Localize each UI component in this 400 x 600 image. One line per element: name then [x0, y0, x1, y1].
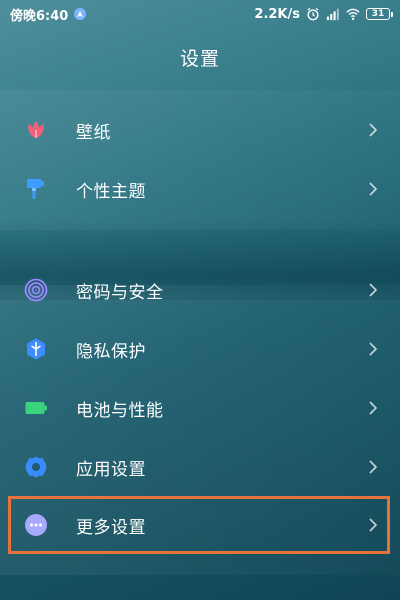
- status-left: 傍晚6:40: [10, 5, 87, 24]
- status-right: 2.2K/s 31: [254, 6, 393, 22]
- privacy-shield-icon: [24, 337, 48, 361]
- wifi-icon: [346, 7, 360, 21]
- gear-icon: [24, 455, 48, 479]
- menu-item-more-settings[interactable]: 更多设置: [0, 499, 400, 551]
- page-title: 设置: [179, 48, 220, 70]
- menu-item-app-settings[interactable]: 应用设置: [0, 441, 400, 493]
- menu-item-privacy[interactable]: 隐私保护: [0, 323, 400, 375]
- chevron-right-icon: [368, 401, 378, 415]
- chevron-right-icon: [368, 123, 378, 137]
- status-time: 傍晚6:40: [10, 8, 69, 24]
- menu-item-label: 个性主题: [76, 181, 146, 202]
- chevron-right-icon: [368, 342, 378, 356]
- menu-item-label: 密码与安全: [76, 282, 164, 303]
- menu-item-label: 更多设置: [76, 517, 146, 538]
- status-bar: 傍晚6:40 2.2K/s 31: [0, 0, 400, 28]
- tulip-icon: [24, 118, 48, 142]
- chevron-right-icon: [368, 182, 378, 196]
- chevron-right-icon: [368, 283, 378, 297]
- menu-item-label: 隐私保护: [76, 341, 146, 362]
- fingerprint-icon: [24, 278, 48, 302]
- battery-icon: [24, 396, 48, 420]
- menu-item-battery-performance[interactable]: 电池与性能: [0, 382, 400, 434]
- battery-indicator: 31: [366, 8, 393, 20]
- more-dots-icon: [24, 513, 48, 537]
- chevron-right-icon: [368, 518, 378, 532]
- menu-item-label: 电池与性能: [76, 400, 164, 421]
- menu-item-themes[interactable]: 个性主题: [0, 163, 400, 215]
- brush-icon: [24, 177, 48, 201]
- alarm-icon: [306, 7, 320, 21]
- signal-icon: [326, 7, 340, 21]
- menu-item-label: 应用设置: [76, 459, 146, 480]
- menu-item-label: 壁纸: [76, 122, 111, 143]
- menu-item-wallpaper[interactable]: 壁纸: [0, 104, 400, 156]
- network-speed: 2.2K/s: [254, 6, 300, 22]
- navigation-icon: [74, 8, 87, 20]
- chevron-right-icon: [368, 460, 378, 474]
- menu-item-password-security[interactable]: 密码与安全: [0, 264, 400, 316]
